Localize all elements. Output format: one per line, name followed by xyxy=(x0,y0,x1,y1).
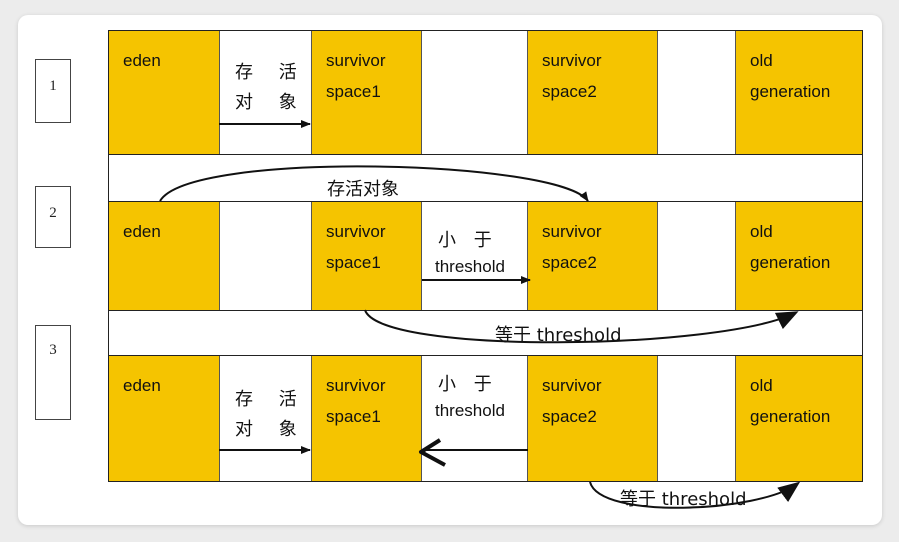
arrow-eden-to-survivor2-curve xyxy=(159,165,589,202)
arrow-s1-to-old-curve xyxy=(364,309,799,344)
arrow-s2-to-old-curve xyxy=(589,481,801,509)
jvm-generations-diagram: 1 2 3 eden survivor space1 survivor spac… xyxy=(0,0,899,542)
arrow-row3-s2-to-s1-head xyxy=(419,438,446,467)
arrows-layer xyxy=(159,120,801,509)
